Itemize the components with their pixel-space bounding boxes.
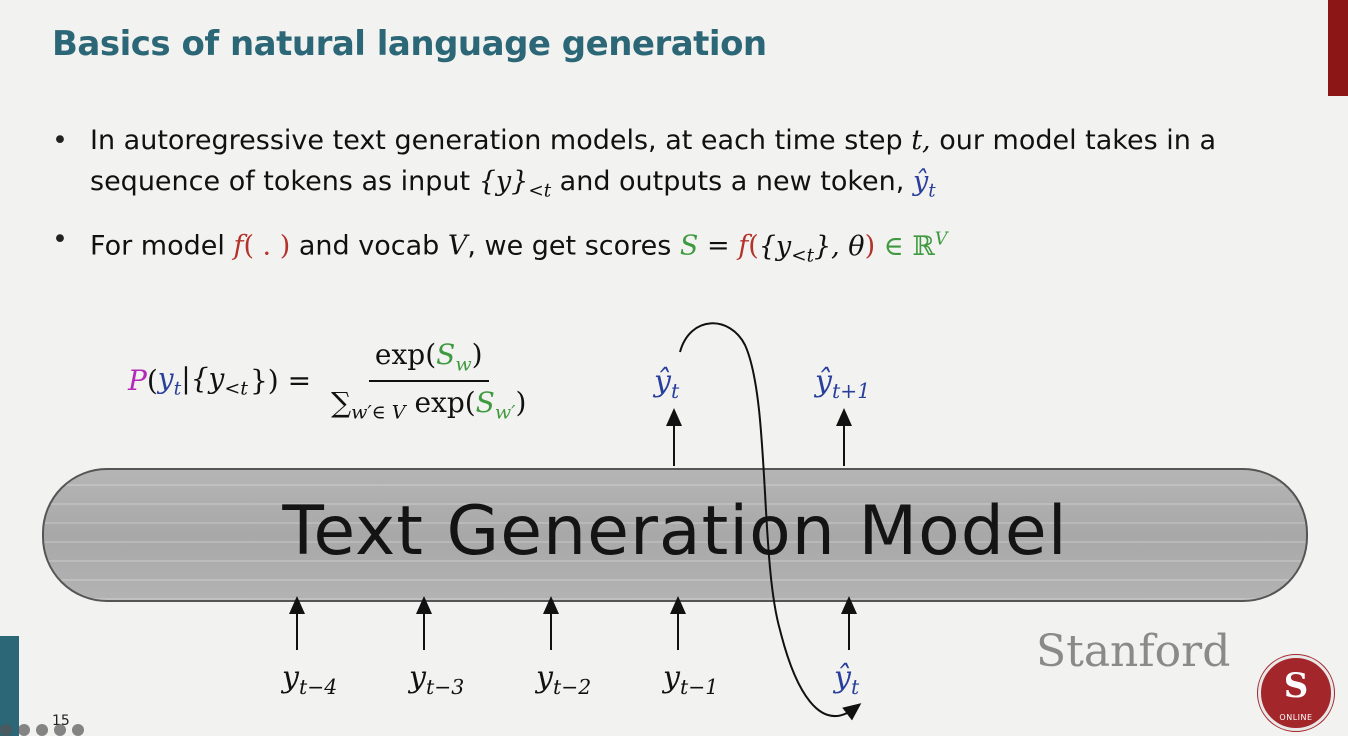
more-icon[interactable] bbox=[72, 724, 84, 736]
stanford-online-seal: S ONLINE bbox=[1258, 655, 1334, 731]
pen-icon[interactable] bbox=[18, 724, 30, 736]
seal-letter: S bbox=[1283, 666, 1309, 706]
feedback-loop-arrow bbox=[679, 322, 862, 721]
presentation-toolbar[interactable] bbox=[0, 724, 84, 736]
prev-slide-icon[interactable] bbox=[0, 724, 12, 736]
seal-text: ONLINE bbox=[1279, 713, 1313, 722]
zoom-icon[interactable] bbox=[54, 724, 66, 736]
grid-icon[interactable] bbox=[36, 724, 48, 736]
stanford-wordmark: Stanford bbox=[1036, 626, 1231, 677]
